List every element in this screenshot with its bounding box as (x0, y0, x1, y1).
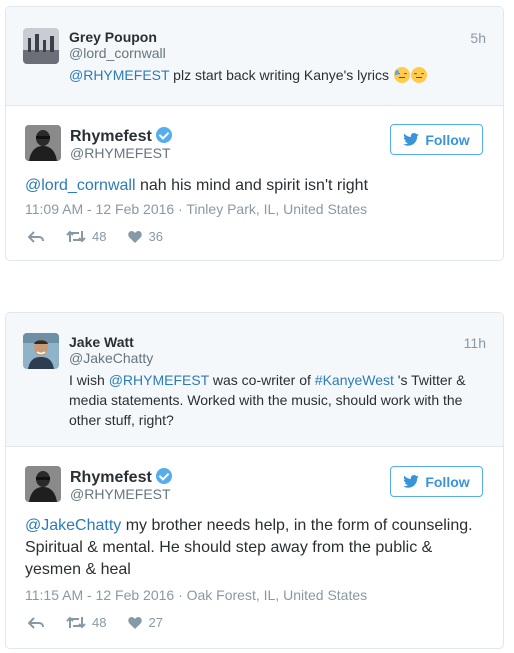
tweet-text: @JakeChatty my brother needs help, in th… (25, 515, 481, 581)
tweet-text-body: nah his mind and spirit isn't right (135, 177, 369, 194)
avatar[interactable] (23, 333, 59, 369)
reply-button[interactable] (28, 230, 44, 243)
tweet-card: Grey Poupon @lord_cornwall 5h @RHYMEFEST… (5, 6, 504, 261)
parent-tweet[interactable]: Grey Poupon @lord_cornwall 5h @RHYMEFEST… (6, 7, 503, 106)
tweet-text: @lord_cornwall nah his mind and spirit i… (25, 175, 481, 197)
author-handle[interactable]: @JakeChatty (69, 350, 153, 366)
tweet-text-body: plz start back writing Kanye's lyrics (169, 67, 390, 83)
tweet-text-part: I wish (69, 372, 109, 388)
retweet-count: 48 (92, 615, 107, 630)
author-handle[interactable]: @RHYMEFEST (70, 486, 171, 502)
follow-label: Follow (425, 131, 470, 148)
avatar[interactable] (25, 466, 61, 502)
disappointed-relieved-emoji (393, 67, 410, 83)
reply-button[interactable] (28, 616, 44, 629)
heart-icon (128, 231, 143, 243)
bird-icon (403, 475, 420, 488)
follow-button[interactable]: Follow (390, 124, 483, 155)
bird-icon (403, 133, 420, 146)
avatar[interactable] (25, 125, 61, 161)
follow-label: Follow (425, 473, 470, 490)
tweet-actions: 48 27 (28, 615, 185, 630)
tweet-timestamp[interactable]: 11h (464, 335, 486, 351)
hashtag-link[interactable]: #KanyeWest (315, 372, 394, 388)
tweet-text-part: was co-writer of (208, 372, 315, 388)
verified-badge-icon (155, 127, 172, 143)
avatar[interactable] (23, 28, 59, 64)
reply-icon (28, 230, 44, 243)
like-button[interactable]: 27 (128, 615, 163, 630)
parent-tweet[interactable]: Jake Watt @JakeChatty 11h I wish @RHYMEF… (6, 313, 503, 447)
mention-link[interactable]: @JakeChatty (25, 517, 121, 534)
like-count: 36 (148, 229, 163, 244)
tweet-text: @RHYMEFEST plz start back writing Kanye'… (69, 65, 473, 85)
author-name-text[interactable]: Rhymefest (70, 469, 152, 486)
retweet-icon (66, 616, 86, 629)
follow-button[interactable]: Follow (390, 466, 483, 497)
author-name[interactable]: Jake Watt (69, 334, 134, 350)
tweet-meta[interactable]: 11:15 AM - 12 Feb 2016 · Oak Forest, IL,… (25, 587, 367, 603)
mention-link[interactable]: @lord_cornwall (25, 177, 136, 194)
author-name[interactable]: Rhymefest (70, 127, 172, 146)
author-name[interactable]: Grey Poupon (69, 29, 157, 45)
tweet-actions: 48 36 (28, 229, 185, 244)
author-handle[interactable]: @lord_cornwall (69, 45, 166, 61)
retweet-button[interactable]: 48 (66, 229, 106, 244)
author-handle[interactable]: @RHYMEFEST (70, 145, 171, 161)
tweet-timestamp[interactable]: 5h (470, 30, 486, 46)
like-button[interactable]: 36 (128, 229, 163, 244)
verified-badge-icon (155, 468, 172, 484)
reply-icon (28, 616, 44, 629)
like-count: 27 (148, 615, 163, 630)
retweet-button[interactable]: 48 (66, 615, 106, 630)
author-name[interactable]: Rhymefest (70, 468, 172, 487)
tweet-text: I wish @RHYMEFEST was co-writer of #Kany… (69, 370, 473, 430)
retweet-icon (66, 230, 86, 243)
mention-link[interactable]: @RHYMEFEST (69, 67, 169, 83)
author-name-text[interactable]: Rhymefest (70, 128, 152, 145)
mention-link[interactable]: @RHYMEFEST (109, 372, 209, 388)
tweet-meta[interactable]: 11:09 AM - 12 Feb 2016 · Tinley Park, IL… (25, 201, 367, 217)
retweet-count: 48 (92, 229, 107, 244)
relieved-emoji (410, 67, 427, 83)
heart-icon (128, 617, 143, 629)
tweet-card: Jake Watt @JakeChatty 11h I wish @RHYMEF… (5, 312, 504, 649)
